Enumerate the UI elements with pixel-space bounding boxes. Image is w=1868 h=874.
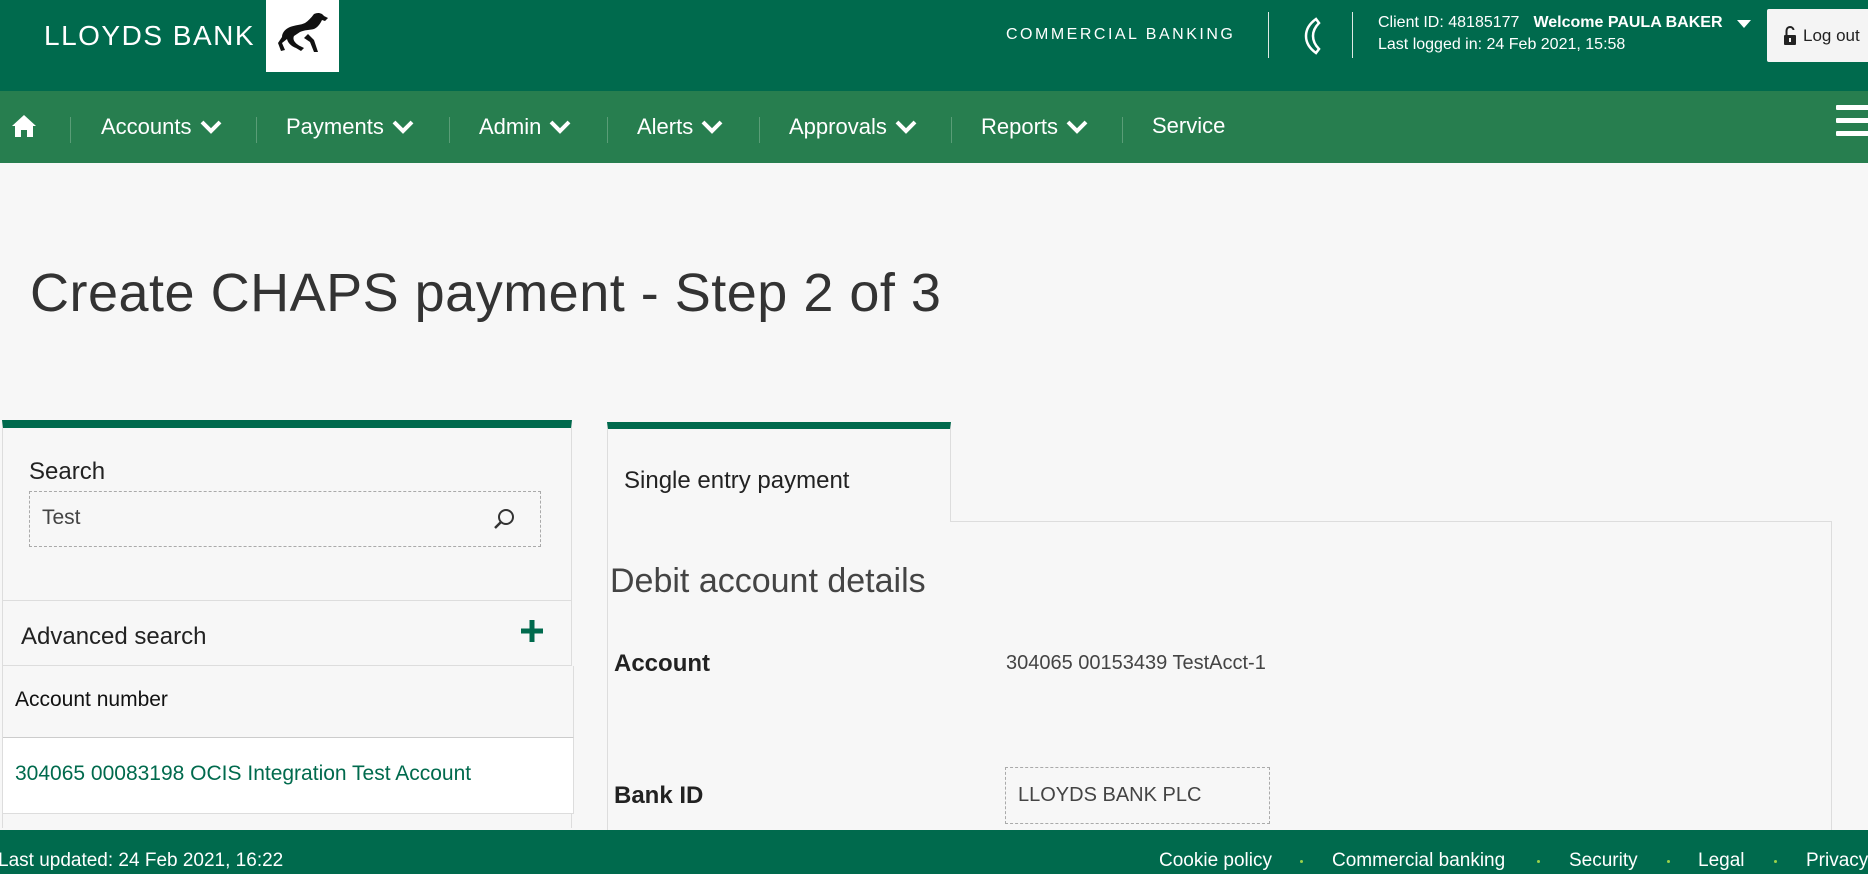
- nav-alerts[interactable]: Alerts: [637, 114, 723, 140]
- nav-divider: [70, 117, 71, 143]
- header-divider: [1268, 12, 1269, 58]
- chevron-down-icon: [392, 120, 414, 134]
- footer-separator-dot: [1774, 860, 1777, 863]
- footer-link-legal[interactable]: Legal: [1698, 850, 1745, 872]
- user-menu-caret-icon[interactable]: [1737, 20, 1751, 28]
- top-header: LLOYDS BANK COMMERCIAL BANKING Client ID…: [0, 0, 1868, 91]
- nav-admin-label: Admin: [479, 114, 542, 139]
- account-search-panel: Search Test Advanced search Account numb…: [2, 420, 574, 828]
- black-horse-logo[interactable]: [266, 0, 339, 72]
- footer-link-security[interactable]: Security: [1569, 850, 1638, 872]
- search-input[interactable]: Test: [29, 491, 541, 547]
- plus-icon[interactable]: [520, 619, 544, 643]
- nav-reports-label: Reports: [981, 114, 1059, 139]
- client-id: Client ID: 48185177: [1378, 14, 1520, 31]
- advanced-search-toggle[interactable]: Advanced search: [3, 600, 571, 666]
- bank-id-field-label: Bank ID: [614, 782, 704, 809]
- account-result-row[interactable]: 304065 00083198 OCIS Integration Test Ac…: [3, 738, 574, 814]
- chevron-down-icon: [701, 120, 723, 134]
- nav-service-label: Service: [1152, 113, 1226, 138]
- advanced-search-label: Advanced search: [21, 623, 207, 650]
- nav-admin[interactable]: Admin: [479, 114, 571, 140]
- nav-accounts[interactable]: Accounts: [101, 114, 222, 140]
- client-info: Client ID: 48185177 Welcome PAULA BAKER: [1378, 14, 1723, 32]
- footer-separator-dot: [1300, 860, 1303, 863]
- nav-approvals[interactable]: Approvals: [789, 114, 917, 140]
- welcome-user[interactable]: Welcome PAULA BAKER: [1533, 14, 1722, 31]
- tab-single-entry-label: Single entry payment: [624, 467, 850, 494]
- nav-alerts-label: Alerts: [637, 114, 694, 139]
- debit-account-heading: Debit account details: [610, 562, 926, 600]
- nav-divider: [607, 117, 608, 143]
- tab-single-entry-payment[interactable]: Single entry payment: [607, 422, 951, 522]
- nav-divider: [1122, 117, 1123, 143]
- nav-divider: [256, 117, 257, 143]
- nav-divider: [449, 117, 450, 143]
- account-number-header: Account number: [15, 688, 168, 711]
- footer-separator-dot: [1667, 860, 1670, 863]
- footer-link-commercial-banking[interactable]: Commercial banking: [1332, 850, 1505, 872]
- account-field-value: 304065 00153439 TestAcct-1: [1006, 652, 1266, 674]
- nav-reports[interactable]: Reports: [981, 114, 1088, 140]
- logout-label: Log out: [1803, 25, 1860, 45]
- search-label: Search: [29, 458, 106, 485]
- hamburger-menu-icon[interactable]: [1836, 105, 1868, 145]
- nav-accounts-label: Accounts: [101, 114, 192, 139]
- account-field-label: Account: [614, 650, 710, 677]
- bank-id-field[interactable]: LLOYDS BANK PLC: [1005, 767, 1270, 824]
- padlock-icon: [1784, 25, 1796, 45]
- search-icon[interactable]: [492, 507, 516, 531]
- brand-name: LLOYDS BANK: [44, 20, 256, 51]
- footer-separator-dot: [1537, 860, 1540, 863]
- last-updated: Last updated: 24 Feb 2021, 16:22: [0, 850, 284, 871]
- account-result-link[interactable]: 304065 00083198 OCIS Integration Test Ac…: [15, 762, 471, 786]
- footer: Last updated: 24 Feb 2021, 16:22 Cookie …: [0, 830, 1868, 874]
- footer-link-cookie-policy[interactable]: Cookie policy: [1159, 850, 1272, 872]
- phone-icon[interactable]: [1300, 16, 1324, 56]
- page-title: Create CHAPS payment - Step 2 of 3: [30, 263, 942, 323]
- chevron-down-icon: [1066, 120, 1088, 134]
- chevron-down-icon: [200, 120, 221, 134]
- nav-approvals-label: Approvals: [789, 114, 887, 139]
- nav-payments-label: Payments: [286, 114, 384, 139]
- horse-icon: [277, 12, 328, 53]
- logout-button[interactable]: Log out: [1767, 9, 1868, 62]
- search-input-value: Test: [42, 506, 81, 529]
- nav-service[interactable]: Service: [1152, 113, 1225, 139]
- home-icon[interactable]: [10, 113, 38, 139]
- commercial-banking-label: COMMERCIAL BANKING: [1006, 26, 1236, 43]
- header-divider: [1352, 12, 1353, 58]
- nav-payments[interactable]: Payments: [286, 114, 414, 140]
- results-column-header[interactable]: Account number: [3, 666, 574, 738]
- footer-link-privacy[interactable]: Privacy: [1806, 850, 1868, 872]
- chevron-down-icon: [549, 120, 571, 134]
- nav-divider: [759, 117, 760, 143]
- main-navigation: Accounts Payments Admin Alerts Approvals…: [0, 91, 1868, 163]
- nav-divider: [951, 117, 952, 143]
- last-logged-in: Last logged in: 24 Feb 2021, 15:58: [1378, 36, 1626, 53]
- bank-id-field-value: LLOYDS BANK PLC: [1018, 784, 1202, 806]
- chevron-down-icon: [895, 120, 917, 134]
